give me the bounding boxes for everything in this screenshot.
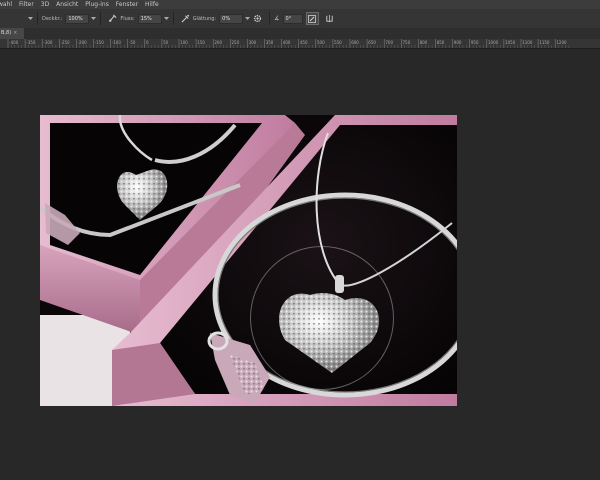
tool-options-bar: Deckkr.: 100% Fluss: 15% Glättung: 0% ∡ … [0,9,600,29]
ruler-label: 700 [385,40,393,45]
separator [37,12,38,25]
ruler-label: 50 [163,40,169,45]
ruler-label: -50 [129,40,136,45]
menu-fenster[interactable]: Fenster [116,1,138,8]
opacity-label: Deckkr.: [42,15,63,22]
pressure-size-icon [308,14,316,23]
ruler-label: 400 [283,40,291,45]
menu-hilfe[interactable]: Hilfe [145,1,159,8]
document-tab-title: B,8) [1,30,12,36]
chevron-down-icon[interactable] [28,17,33,20]
symmetry-icon[interactable] [325,14,334,23]
document-image[interactable] [40,115,457,406]
separator [172,12,174,25]
separator [269,12,271,25]
ruler-label: 950 [471,40,479,45]
ruler-label: 1000 [488,40,499,45]
airbrush-icon[interactable] [181,14,190,23]
pressure-icon[interactable] [108,14,117,23]
ruler-label: -350 [26,40,36,45]
ruler-label: 600 [351,40,359,45]
ruler-label: 1150 [539,40,550,45]
pressure-size-button[interactable] [305,12,319,25]
ruler-label: 550 [334,40,342,45]
ruler-label: 100 [180,40,188,45]
ruler-label: 300 [249,40,257,45]
ruler-label: -250 [61,40,71,45]
close-icon[interactable]: × [13,30,17,36]
ruler-label: 750 [403,40,411,45]
menu-bar: wahl Filter 3D Ansicht Plug-ins Fenster … [0,0,600,9]
chevron-down-icon[interactable] [163,17,169,20]
ruler-label: -400 [9,40,19,45]
menu-ansicht[interactable]: Ansicht [56,1,78,8]
pendant-bail [335,275,344,293]
ruler-label: 1100 [522,40,533,45]
angle-field[interactable]: 0° [282,13,303,24]
horizontal-ruler[interactable]: -400 -350 -300 -250 -200 -150 -100 -50 0 50 100 150… [0,39,600,49]
ruler-label: 850 [437,40,445,45]
ruler-label: 450 [300,40,308,45]
separator [100,12,102,25]
ruler-label: 200 [214,40,222,45]
gear-icon[interactable] [253,14,262,23]
ruler-label: -300 [43,40,53,45]
ruler-label: 150 [197,40,205,45]
chevron-down-icon[interactable] [91,17,97,20]
flow-field[interactable]: 15% [137,13,162,24]
ruler-label: 0 [146,40,149,45]
smoothing-label: Glättung: [192,15,217,22]
smoothing-field[interactable]: 0% [219,13,244,24]
opacity-field[interactable]: 100% [65,13,90,24]
menu-filter[interactable]: Filter [19,1,34,8]
document-tab-bar: B,8) × [0,28,600,39]
menu-auswahl[interactable]: wahl [0,1,12,8]
ruler-label: 500 [317,40,325,45]
ruler-label: 250 [232,40,240,45]
ruler-ticks: -400 -350 -300 -250 -200 -150 -100 -50 0 50 100 150… [7,39,570,48]
ruler-label: 900 [454,40,462,45]
ruler-label: -100 [112,40,122,45]
ruler-label: 650 [368,40,376,45]
chevron-down-icon[interactable] [245,17,251,20]
ruler-label: -200 [78,40,88,45]
angle-icon: ∡ [274,15,280,22]
ruler-label: 350 [266,40,274,45]
document-tab[interactable]: B,8) × [0,28,24,39]
ruler-label: 1050 [505,40,516,45]
flow-label: Fluss: [120,15,135,22]
ruler-label: -150 [95,40,105,45]
ruler-label: 1200 [556,40,567,45]
menu-plugins[interactable]: Plug-ins [85,1,109,8]
ruler-label: 800 [420,40,428,45]
menu-3d[interactable]: 3D [41,1,49,8]
